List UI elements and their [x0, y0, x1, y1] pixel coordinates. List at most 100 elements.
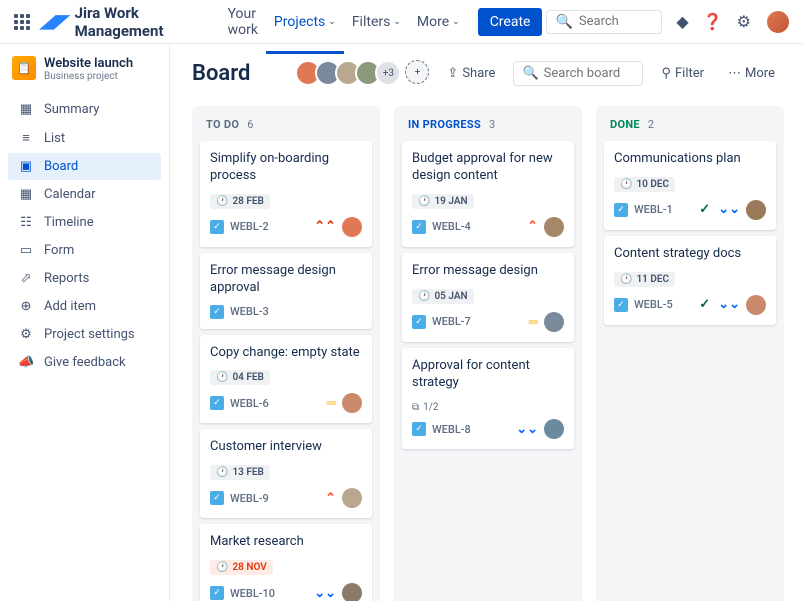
sidebar-item-project-settings[interactable]: ⚙Project settings [8, 321, 161, 348]
sidebar-icon: ▦ [18, 187, 34, 202]
done-check-icon: ✓ [699, 202, 710, 217]
issue-key: WEBL-9 [230, 492, 269, 505]
app-switcher-icon[interactable] [12, 10, 33, 34]
sidebar: 📋 Website launch Business project ▦Summa… [0, 44, 170, 601]
card-title: Budget approval for new design content [412, 151, 564, 185]
more-button[interactable]: ⋯More [722, 62, 781, 85]
assignee-avatar[interactable] [746, 295, 766, 315]
board-avatars[interactable]: +3 + [301, 60, 429, 86]
due-date-chip: 🕐28 FEB [210, 194, 270, 209]
sidebar-icon: ⚙ [18, 327, 34, 342]
issue-key: WEBL-5 [634, 298, 673, 311]
sidebar-item-reports[interactable]: ⬀Reports [8, 265, 161, 292]
priority-high-icon: ⌃ [325, 491, 336, 506]
notifications-icon[interactable]: ◆ [676, 12, 688, 31]
assignee-avatar[interactable] [544, 312, 564, 332]
project-type: Business project [44, 71, 133, 82]
card-footer: ✓ WEBL-9 ⌃ [210, 488, 362, 508]
share-button[interactable]: ⇪Share [441, 62, 501, 85]
nav-filters[interactable]: Filters⌄ [344, 0, 409, 44]
sidebar-icon: ☷ [18, 215, 34, 230]
filter-button[interactable]: ⚲Filter [655, 62, 710, 85]
clock-icon: 🕐 [216, 562, 228, 573]
card-footer: ✓WEBL-5✓⌄⌄ [614, 295, 766, 315]
share-icon: ⇪ [447, 66, 458, 81]
card[interactable]: Copy change: empty state🕐04 FEB✓WEBL-6═ [200, 335, 372, 424]
project-header[interactable]: 📋 Website launch Business project [8, 56, 161, 82]
sidebar-icon: ▦ [18, 102, 34, 117]
sidebar-item-board[interactable]: ▣Board [8, 153, 161, 180]
card[interactable]: Content strategy docs🕐11 DEC✓WEBL-5✓⌄⌄ [604, 236, 776, 325]
task-type-icon: ✓ [210, 305, 224, 319]
priority-highest-icon: ⌃⌃ [314, 219, 336, 234]
sidebar-item-calendar[interactable]: ▦Calendar [8, 181, 161, 208]
sidebar-item-form[interactable]: ▭Form [8, 237, 161, 264]
board-content: Board +3 + ⇪Share 🔍 ⚲Filter ⋯More TO DO6… [170, 44, 803, 601]
issue-key: WEBL-6 [230, 397, 269, 410]
more-icon: ⋯ [728, 66, 741, 81]
create-button[interactable]: Create [478, 8, 543, 36]
issue-key: WEBL-7 [432, 315, 471, 328]
sidebar-icon: ▭ [18, 243, 34, 258]
assignee-avatar[interactable] [544, 217, 564, 237]
card[interactable]: Simplify on-boarding process🕐28 FEB✓WEBL… [200, 141, 372, 247]
profile-avatar[interactable] [765, 9, 791, 35]
add-people-icon[interactable]: + [405, 60, 429, 84]
sidebar-item-list[interactable]: ≡List [8, 124, 161, 152]
task-type-icon: ✓ [210, 491, 224, 505]
sidebar-icon: ≡ [18, 130, 34, 146]
nav-more[interactable]: More⌄ [409, 0, 468, 44]
card-title: Simplify on-boarding process [210, 151, 362, 185]
top-icons: ◆ ❓ ⚙ [676, 9, 791, 35]
due-date-chip: 🕐04 FEB [210, 370, 270, 385]
sidebar-item-summary[interactable]: ▦Summary [8, 96, 161, 123]
assignee-avatar[interactable] [342, 217, 362, 237]
nav-projects[interactable]: Projects⌄ [266, 0, 344, 44]
card-title: Error message design [412, 263, 564, 280]
global-search-input[interactable] [579, 14, 654, 29]
card[interactable]: Budget approval for new design content🕐1… [402, 141, 574, 247]
global-search[interactable]: 🔍 [546, 10, 662, 34]
column-prog: IN PROGRESS3Budget approval for new desi… [394, 106, 582, 601]
filter-icon: ⚲ [661, 66, 671, 81]
card[interactable]: Approval for content strategy⧉1/2✓WEBL-8… [402, 348, 574, 450]
chevron-down-icon: ⌄ [393, 17, 401, 27]
sidebar-item-add-item[interactable]: ⊕Add item [8, 293, 161, 320]
card-footer: ✓WEBL-1✓⌄⌄ [614, 200, 766, 220]
board-search[interactable]: 🔍 [513, 61, 643, 86]
board-search-input[interactable] [544, 66, 635, 81]
clock-icon: 🕐 [418, 291, 430, 302]
due-date-chip: 🕐10 DEC [614, 177, 675, 192]
search-icon: 🔍 [555, 14, 572, 30]
card[interactable]: Error message design approval✓WEBL-3 [200, 253, 372, 329]
card-footer: ✓WEBL-7═ [412, 312, 564, 332]
help-icon[interactable]: ❓ [703, 12, 723, 31]
clock-icon: 🕐 [620, 179, 632, 190]
task-type-icon: ✓ [210, 220, 224, 234]
due-date-chip: 🕐05 JAN [412, 289, 474, 304]
assignee-avatar[interactable] [342, 583, 362, 601]
due-date-chip: 🕐13 FEB [210, 465, 270, 480]
clock-icon: 🕐 [418, 196, 430, 207]
avatar-overflow[interactable]: +3 [375, 60, 401, 86]
clock-icon: 🕐 [216, 372, 228, 383]
assignee-avatar[interactable] [746, 200, 766, 220]
issue-key: WEBL-8 [432, 423, 471, 436]
task-type-icon: ✓ [412, 315, 426, 329]
card[interactable]: Communications plan 🕐10 DEC ✓WEBL-1✓⌄⌄ [604, 141, 776, 230]
sidebar-item-timeline[interactable]: ☷Timeline [8, 209, 161, 236]
sidebar-item-give-feedback[interactable]: 📣Give feedback [8, 349, 161, 376]
card[interactable]: Error message design🕐05 JAN✓WEBL-7═ [402, 253, 574, 342]
card[interactable]: Customer interview🕐13 FEB✓WEBL-9⌃ [200, 429, 372, 518]
assignee-avatar[interactable] [342, 393, 362, 413]
assignee-avatar[interactable] [544, 419, 564, 439]
task-type-icon: ✓ [614, 298, 628, 312]
assignee-avatar[interactable] [342, 488, 362, 508]
product-logo[interactable]: ◢◤ Jira Work Management [41, 4, 208, 40]
nav-your-work[interactable]: Your work [220, 0, 266, 44]
card-title: Communications plan [614, 151, 766, 168]
subtask-progress: ⧉1/2 [412, 402, 439, 413]
task-type-icon: ✓ [412, 220, 426, 234]
settings-icon[interactable]: ⚙ [737, 12, 751, 31]
card[interactable]: Market research🕐28 NOV✓WEBL-10⌄⌄ [200, 524, 372, 601]
